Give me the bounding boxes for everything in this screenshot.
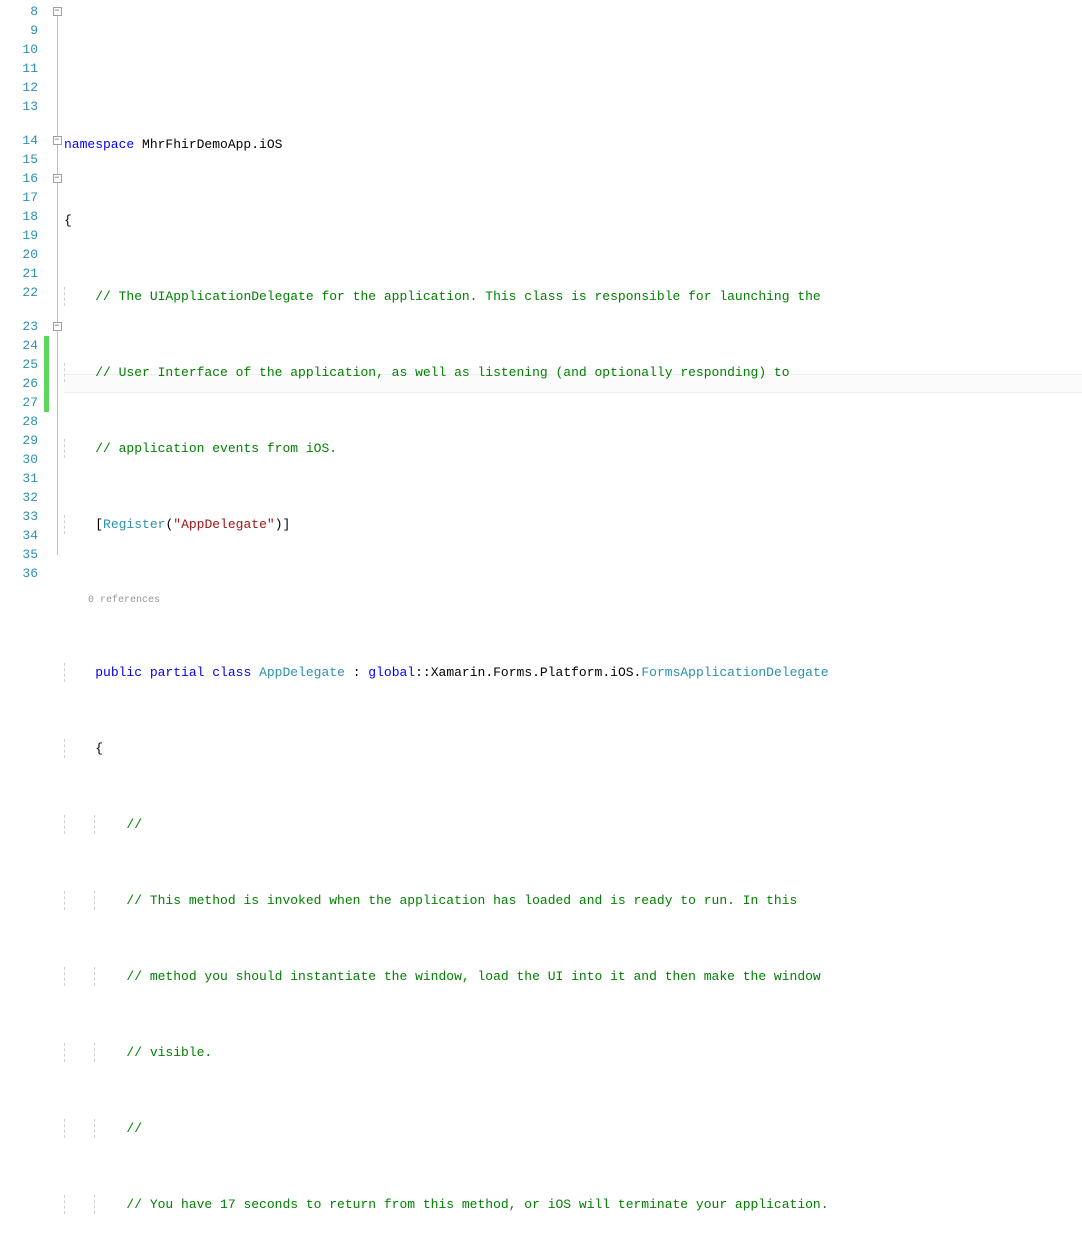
comment: // — [126, 1121, 142, 1136]
string: "AppDelegate" — [173, 517, 274, 532]
identifier: ::Xamarin.Forms.Platform.iOS. — [415, 665, 641, 680]
line-number: 27 — [0, 393, 38, 412]
punct: )] — [275, 517, 291, 532]
line-number: 29 — [0, 431, 38, 450]
line-number: 24 — [0, 336, 38, 355]
line-number: 9 — [0, 21, 38, 40]
keyword: class — [204, 665, 251, 680]
line-number: 14 — [0, 131, 38, 150]
line-number: 13 — [0, 97, 38, 116]
code-line[interactable]: // User Interface of the application, as… — [64, 363, 1082, 382]
line-number: 23 — [0, 317, 38, 336]
line-number: 15 — [0, 150, 38, 169]
line-number: 21 — [0, 264, 38, 283]
keyword: namespace — [64, 137, 134, 152]
line-number-gutter: 8 9 10 11 12 13 14 15 16 17 18 19 20 21 … — [0, 0, 44, 623]
code-line[interactable]: // You have 17 seconds to return from th… — [64, 1195, 1082, 1214]
code-line[interactable]: { — [64, 739, 1082, 758]
comment: // The UIApplicationDelegate for the app… — [95, 289, 828, 304]
change-mark — [44, 336, 49, 412]
code-line[interactable]: public partial class AppDelegate : globa… — [64, 663, 1082, 682]
line-number: 30 — [0, 450, 38, 469]
line-number: 35 — [0, 545, 38, 564]
line-number: 26 — [0, 374, 38, 393]
type: Register — [103, 517, 165, 532]
line-number: 34 — [0, 526, 38, 545]
code-line[interactable]: // application events from iOS. — [64, 439, 1082, 458]
fold-toggle-icon[interactable]: − — [53, 322, 62, 331]
type: AppDelegate — [251, 665, 345, 680]
line-number: 36 — [0, 564, 38, 583]
punct: [ — [95, 517, 103, 532]
comment: // method you should instantiate the win… — [126, 969, 828, 984]
code-line[interactable]: // — [64, 815, 1082, 834]
keyword: public — [95, 665, 142, 680]
line-number: 12 — [0, 78, 38, 97]
fold-toggle-icon[interactable]: − — [53, 174, 62, 183]
line-number: 28 — [0, 412, 38, 431]
comment: // visible. — [126, 1045, 212, 1060]
comment: // This method is invoked when the appli… — [126, 893, 805, 908]
comment: // application events from iOS. — [95, 441, 337, 456]
code-line[interactable]: namespace MhrFhirDemoApp.iOS — [64, 135, 1082, 154]
keyword: global — [368, 665, 415, 680]
fold-toggle-icon[interactable]: − — [53, 136, 62, 145]
fold-gutter: − − − − — [50, 0, 64, 623]
line-number: 31 — [0, 469, 38, 488]
brace: { — [64, 213, 72, 228]
punct: : — [345, 665, 368, 680]
line-number: 25 — [0, 355, 38, 374]
code-area[interactable]: namespace MhrFhirDemoApp.iOS { // The UI… — [64, 0, 1082, 623]
line-number: 20 — [0, 245, 38, 264]
identifier: MhrFhirDemoApp.iOS — [134, 137, 282, 152]
line-number: 19 — [0, 226, 38, 245]
code-line[interactable]: // The UIApplicationDelegate for the app… — [64, 287, 1082, 306]
fold-toggle-icon[interactable]: − — [53, 7, 62, 16]
code-line[interactable]: [Register("AppDelegate")] — [64, 515, 1082, 534]
codelens-references[interactable]: 0 references — [64, 591, 1082, 606]
code-line[interactable]: // This method is invoked when the appli… — [64, 891, 1082, 910]
code-line[interactable]: { — [64, 211, 1082, 230]
line-number: 8 — [0, 2, 38, 21]
comment: // You have 17 seconds to return from th… — [126, 1197, 828, 1212]
line-number: 17 — [0, 188, 38, 207]
line-number: 10 — [0, 40, 38, 59]
code-line[interactable]: // method you should instantiate the win… — [64, 967, 1082, 986]
comment: // User Interface of the application, as… — [95, 365, 797, 380]
comment: // — [126, 817, 142, 832]
type: FormsApplicationDelegate — [641, 665, 828, 680]
line-number: 11 — [0, 59, 38, 78]
keyword: partial — [142, 665, 204, 680]
line-number: 32 — [0, 488, 38, 507]
line-number: 16 — [0, 169, 38, 188]
code-line[interactable]: // visible. — [64, 1043, 1082, 1062]
line-number: 18 — [0, 207, 38, 226]
brace: { — [95, 741, 103, 756]
code-line[interactable]: // — [64, 1119, 1082, 1138]
line-number: 33 — [0, 507, 38, 526]
code-editor[interactable]: 8 9 10 11 12 13 14 15 16 17 18 19 20 21 … — [0, 0, 1082, 623]
line-number: 22 — [0, 283, 38, 302]
